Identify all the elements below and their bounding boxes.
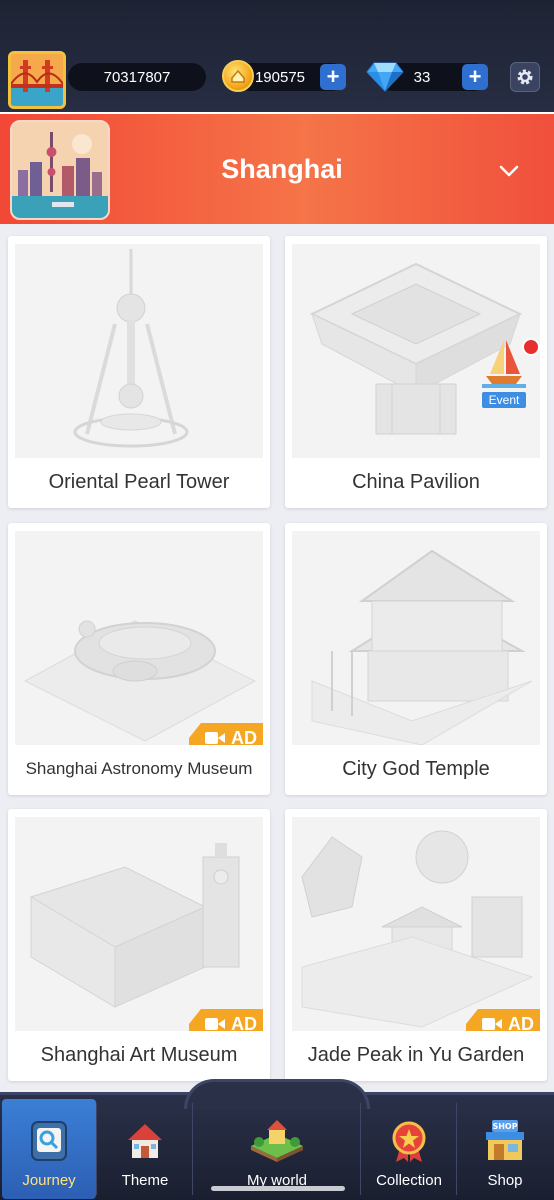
chevron-down-icon bbox=[499, 165, 519, 177]
landmark-card[interactable]: Event China Pavilion bbox=[285, 236, 547, 508]
art-museum-icon bbox=[15, 817, 263, 1031]
buy-gems-button[interactable]: + bbox=[462, 64, 488, 90]
ad-label: AD bbox=[508, 1013, 534, 1032]
city-dropdown-button[interactable] bbox=[492, 154, 526, 188]
landmark-card[interactable]: AD Shanghai Art Museum bbox=[8, 809, 270, 1081]
city-god-temple-icon bbox=[292, 531, 540, 745]
nav-label: Shop bbox=[487, 1172, 523, 1189]
event-badge[interactable]: Event bbox=[482, 334, 540, 408]
nav-divider bbox=[96, 1103, 97, 1195]
ad-badge[interactable]: AD bbox=[466, 1009, 540, 1031]
shop-icon: SHOP bbox=[486, 1120, 524, 1160]
coin-icon bbox=[222, 60, 254, 92]
landmark-title: China Pavilion bbox=[352, 470, 480, 493]
event-label: Event bbox=[482, 392, 526, 408]
astronomy-museum-icon bbox=[15, 531, 263, 745]
player-avatar[interactable] bbox=[8, 51, 66, 109]
landmark-card[interactable]: City God Temple bbox=[285, 523, 547, 795]
landmark-title: Shanghai Astronomy Museum bbox=[25, 759, 253, 778]
city-thumbnail bbox=[10, 120, 110, 220]
diamond-icon bbox=[366, 62, 404, 92]
settings-button[interactable] bbox=[510, 62, 540, 92]
landmark-image: Event bbox=[292, 244, 540, 458]
my-world-island-icon bbox=[251, 1120, 303, 1162]
city-title: Shanghai bbox=[221, 154, 343, 184]
golden-gate-bridge-icon bbox=[11, 54, 63, 106]
nav-divider bbox=[192, 1103, 193, 1195]
landmark-card[interactable]: AD Shanghai Astronomy Museum bbox=[8, 523, 270, 795]
buy-coins-button[interactable]: + bbox=[320, 64, 346, 90]
ad-badge[interactable]: AD bbox=[189, 1009, 263, 1031]
nav-tab-theme[interactable]: Theme bbox=[98, 1099, 192, 1199]
journey-icon bbox=[31, 1121, 67, 1161]
landmark-title: Oriental Pearl Tower bbox=[48, 470, 230, 493]
landmark-image bbox=[292, 531, 540, 745]
nav-divider bbox=[360, 1103, 361, 1195]
landmark-image: AD bbox=[292, 817, 540, 1031]
ad-label: AD bbox=[231, 1013, 257, 1032]
notification-dot bbox=[522, 338, 540, 356]
shop-sign-text: SHOP bbox=[492, 1122, 517, 1131]
nav-label: Journey bbox=[22, 1172, 76, 1189]
house-icon bbox=[128, 1124, 162, 1158]
video-camera-icon bbox=[205, 1018, 225, 1030]
landmark-title: Shanghai Art Museum bbox=[40, 1043, 238, 1066]
city-banner[interactable]: Shanghai bbox=[0, 112, 554, 224]
oriental-pearl-tower-icon bbox=[15, 244, 263, 458]
landmark-card[interactable]: AD Jade Peak in Yu Garden bbox=[285, 809, 547, 1081]
nav-tab-shop[interactable]: SHOP Shop bbox=[458, 1099, 552, 1199]
landmark-title: Jade Peak in Yu Garden bbox=[307, 1043, 525, 1066]
video-camera-icon bbox=[482, 1018, 502, 1030]
landmark-image: AD bbox=[15, 531, 263, 745]
bottom-navigation: Journey Theme My world Collection SHOP S… bbox=[0, 1079, 554, 1200]
sailboat-icon bbox=[482, 340, 526, 388]
landmark-image: AD bbox=[15, 817, 263, 1031]
nav-tab-my-world[interactable]: My world bbox=[194, 1099, 360, 1199]
medal-icon bbox=[392, 1121, 426, 1162]
landmark-image bbox=[15, 244, 263, 458]
nav-label: Theme bbox=[121, 1172, 169, 1189]
landmark-card[interactable]: Oriental Pearl Tower bbox=[8, 236, 270, 508]
player-score: 70317807 bbox=[68, 63, 206, 91]
nav-label: Collection bbox=[376, 1172, 442, 1189]
home-indicator[interactable] bbox=[211, 1186, 345, 1191]
top-bar: 70317807 190575 + 33 + bbox=[0, 0, 554, 112]
ad-label: AD bbox=[231, 727, 257, 746]
ad-badge[interactable]: AD bbox=[189, 723, 263, 745]
shanghai-skyline-icon bbox=[12, 122, 108, 218]
gear-icon bbox=[517, 69, 533, 85]
video-camera-icon bbox=[205, 732, 225, 744]
jade-peak-garden-icon bbox=[292, 817, 540, 1031]
nav-divider bbox=[456, 1103, 457, 1195]
nav-tab-journey[interactable]: Journey bbox=[2, 1099, 96, 1199]
landmark-title: City God Temple bbox=[342, 757, 490, 780]
nav-tab-collection[interactable]: Collection bbox=[362, 1099, 456, 1199]
